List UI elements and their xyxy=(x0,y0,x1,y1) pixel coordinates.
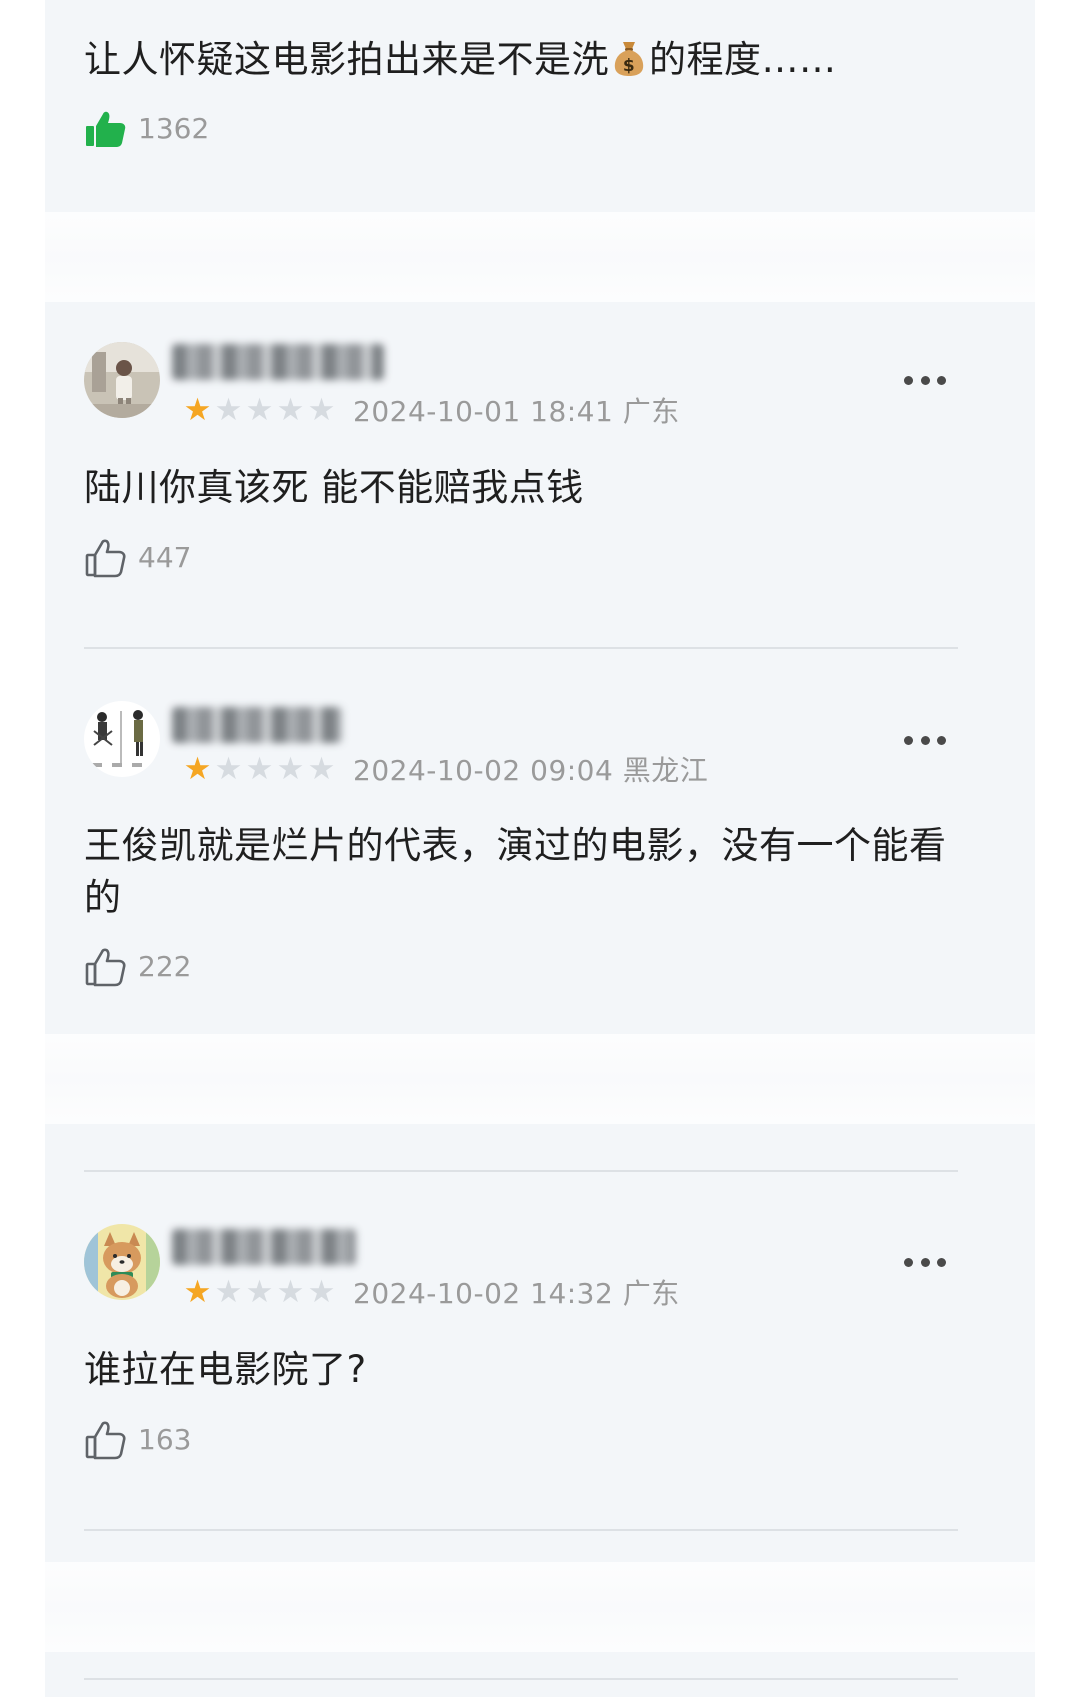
like-count: 222 xyxy=(138,949,192,983)
username-blurred[interactable] xyxy=(172,1229,356,1265)
like-button[interactable]: 447 xyxy=(84,535,191,579)
comment-meta: ★ ★ ★ ★ ★ 2024-10-02 14:32 广东 xyxy=(182,1272,680,1312)
comment-datetime: 2024-10-01 18:41 广东 xyxy=(353,390,680,430)
like-button[interactable]: 1362 xyxy=(84,106,209,150)
star-icon: ★ xyxy=(307,1273,336,1310)
avatar[interactable] xyxy=(84,1224,160,1300)
thumbs-up-outline-icon xyxy=(84,944,128,988)
region: 广东 xyxy=(622,395,680,428)
money-bag-icon: $ xyxy=(609,38,649,78)
comment-meta: ★ ★ ★ ★ ★ 2024-10-01 18:41 广东 xyxy=(182,390,680,430)
comment-text: 谁拉在电影院了? xyxy=(84,1348,367,1391)
rating-stars: ★ ★ ★ ★ ★ xyxy=(182,750,337,787)
like-count: 447 xyxy=(138,540,192,574)
avatar[interactable] xyxy=(84,342,160,418)
username-blurred[interactable] xyxy=(172,344,384,380)
rating-stars: ★ ★ ★ ★ ★ xyxy=(182,391,337,428)
blurred-gap xyxy=(45,1034,1035,1124)
rating-stars: ★ ★ ★ ★ ★ xyxy=(182,1273,337,1310)
star-icon: ★ xyxy=(183,750,212,787)
region: 广东 xyxy=(622,1277,680,1310)
region: 黑龙江 xyxy=(622,754,709,787)
thumbs-up-filled-icon xyxy=(84,106,128,150)
comment-text-part: 的程度…… xyxy=(649,38,837,81)
like-button[interactable]: 163 xyxy=(84,1417,191,1461)
star-icon: ★ xyxy=(245,750,274,787)
star-icon: ★ xyxy=(183,391,212,428)
star-icon: ★ xyxy=(276,391,305,428)
avatar[interactable] xyxy=(84,701,160,777)
star-icon: ★ xyxy=(276,750,305,787)
comment-text: 陆川你真该死 能不能赔我点钱 xyxy=(84,466,584,509)
comment-text-part: 让人怀疑这电影拍出来是不是洗 xyxy=(84,38,609,81)
divider xyxy=(84,647,958,649)
thumbs-up-outline-icon xyxy=(84,1417,128,1461)
like-count: 163 xyxy=(138,1422,192,1456)
star-icon: ★ xyxy=(245,1273,274,1310)
comment-datetime: 2024-10-02 09:04 黑龙江 xyxy=(353,749,708,789)
star-icon: ★ xyxy=(214,750,243,787)
comment-datetime: 2024-10-02 14:32 广东 xyxy=(353,1272,680,1312)
more-dots-icon[interactable] xyxy=(904,374,946,386)
more-dots-icon[interactable] xyxy=(904,1256,946,1268)
thumbs-up-outline-icon xyxy=(84,535,128,579)
star-icon: ★ xyxy=(214,391,243,428)
star-icon: ★ xyxy=(307,391,336,428)
svg-text:$: $ xyxy=(623,56,635,76)
timestamp: 2024-10-02 14:32 xyxy=(353,1277,614,1310)
like-count: 1362 xyxy=(138,111,210,145)
comment-card xyxy=(45,1652,1035,1697)
like-button[interactable]: 222 xyxy=(84,944,191,988)
comment-text: 让人怀疑这电影拍出来是不是洗 $ 的程度…… xyxy=(84,34,944,86)
star-icon: ★ xyxy=(307,750,336,787)
star-icon: ★ xyxy=(183,1273,212,1310)
username-blurred[interactable] xyxy=(172,707,342,743)
star-icon: ★ xyxy=(214,1273,243,1310)
comment-feed: 让人怀疑这电影拍出来是不是洗 $ 的程度…… 1362 ★ ★ ★ ★ ★ 20… xyxy=(0,0,1080,1697)
comment-card xyxy=(45,1124,1035,1562)
blurred-gap xyxy=(45,1562,1035,1652)
comment-meta: ★ ★ ★ ★ ★ 2024-10-02 09:04 黑龙江 xyxy=(182,749,708,789)
star-icon: ★ xyxy=(276,1273,305,1310)
blurred-gap xyxy=(45,212,1035,302)
divider xyxy=(84,1678,958,1680)
divider xyxy=(84,1529,958,1531)
star-icon: ★ xyxy=(245,391,274,428)
timestamp: 2024-10-02 09:04 xyxy=(353,754,614,787)
more-dots-icon[interactable] xyxy=(904,734,946,746)
divider xyxy=(84,1170,958,1172)
timestamp: 2024-10-01 18:41 xyxy=(353,395,614,428)
comment-text: 王俊凯就是烂片的代表，演过的电影，没有一个能看的 xyxy=(84,824,947,919)
